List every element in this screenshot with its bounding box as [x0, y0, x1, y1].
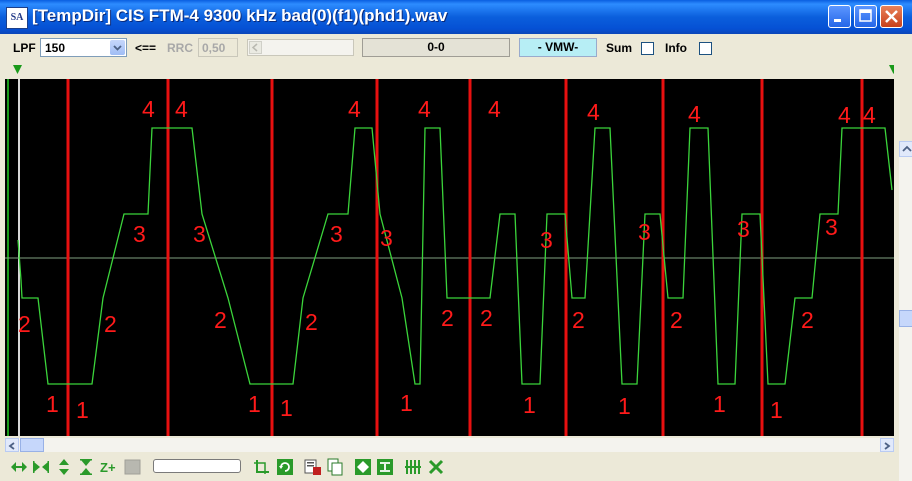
level-label: 1: [76, 397, 89, 423]
level-label: 1: [46, 391, 59, 417]
scroll-up-button[interactable]: [899, 141, 912, 157]
level-label: 3: [330, 221, 343, 247]
level-label: 2: [801, 307, 814, 333]
level-label: 3: [737, 216, 750, 242]
close-button[interactable]: [880, 5, 903, 28]
level-label: 4: [488, 96, 501, 122]
oscilloscope-display[interactable]: 4 4 4 4 4 4 4 4 43 3 3 3 3 3 3 32 2 2 2 2 2 2 2 21 1 1 1 1 1 1 1 1: [5, 62, 894, 438]
level-label: 4: [348, 96, 361, 122]
refresh-icon[interactable]: [276, 458, 294, 476]
level-label: 3: [825, 214, 838, 240]
chevron-left-icon: [8, 442, 15, 450]
level-label: 1: [618, 393, 631, 419]
left-handle-icon[interactable]: [13, 65, 22, 74]
level-label: 2: [214, 307, 227, 333]
level-label: 3: [638, 219, 651, 245]
collapse-vertical-icon[interactable]: [77, 458, 95, 476]
chevron-right-icon: [884, 442, 891, 450]
info-checkbox[interactable]: [699, 42, 712, 55]
close-icon: [885, 10, 898, 23]
lpf-label: LPF: [13, 41, 36, 55]
bottom-toolbar: Z+: [0, 455, 912, 481]
level-label: 3: [540, 227, 553, 253]
level-label: 2: [670, 307, 683, 333]
level-label: 4: [688, 101, 701, 127]
svg-text:Z+: Z+: [100, 460, 116, 475]
level-label: 1: [400, 390, 413, 416]
chevron-down-icon[interactable]: [110, 40, 125, 55]
level-label: 1: [280, 395, 293, 421]
level-label: 2: [572, 307, 585, 333]
level-label: 4: [418, 96, 431, 122]
level-label: 4: [863, 102, 876, 128]
top-toolbar: LPF 150 <== RRC 0,50 0-0 - VMW- Sum Info: [0, 34, 912, 62]
position-slider[interactable]: [153, 459, 241, 473]
right-handle-icon[interactable]: [889, 65, 894, 74]
horizontal-scrollbar[interactable]: [5, 438, 894, 452]
window-title: [TempDir] CIS FTM-4 9300 kHz bad(0)(f1)(…: [32, 6, 448, 25]
scroll-thumb[interactable]: [20, 438, 44, 452]
mode-value: - VMW-: [537, 40, 579, 54]
diamond-icon[interactable]: [354, 458, 372, 476]
rrc-value: 0,50: [202, 41, 226, 55]
level-label: 2: [305, 309, 318, 335]
level-label: 1: [713, 391, 726, 417]
level-label: 3: [133, 221, 146, 247]
lpf-value: 150: [45, 41, 66, 55]
level-label: 4: [838, 102, 851, 128]
level-label: 1: [523, 392, 536, 418]
level-label: 2: [104, 311, 117, 337]
counter-value: 0-0: [427, 40, 445, 54]
application-window: SA [TempDir] CIS FTM-4 9300 kHz bad(0)(f…: [0, 0, 912, 481]
cross-icon[interactable]: [427, 458, 445, 476]
sum-checkbox[interactable]: [641, 42, 654, 55]
arrow-label: <==: [135, 41, 157, 55]
app-icon[interactable]: SA: [6, 7, 28, 29]
bars-icon[interactable]: [404, 458, 422, 476]
expand-horizontal-icon[interactable]: [10, 458, 28, 476]
level-label: 2: [18, 311, 31, 337]
scroll-left-button[interactable]: [5, 438, 19, 452]
rrc-label: RRC: [167, 41, 193, 55]
level-label: 2: [480, 305, 493, 331]
level-label: 1: [248, 391, 261, 417]
level-label: 4: [175, 96, 188, 122]
minimize-icon: [834, 19, 841, 22]
scroll-thumb[interactable]: [899, 310, 912, 327]
minimize-button[interactable]: [828, 5, 851, 28]
level-label: 1: [770, 397, 783, 423]
zoom-plus-icon[interactable]: Z+: [100, 458, 118, 476]
crop-icon[interactable]: [253, 458, 271, 476]
collapse-horizontal-icon[interactable]: [32, 458, 50, 476]
maximize-icon: [859, 9, 872, 22]
slider-left-button[interactable]: [249, 41, 262, 54]
scroll-right-button[interactable]: [880, 438, 894, 452]
chevron-up-icon: [902, 145, 912, 152]
level-label: 3: [193, 221, 206, 247]
fit-icon[interactable]: [376, 458, 394, 476]
lpf-select[interactable]: 150: [40, 38, 127, 57]
stop-icon[interactable]: [124, 458, 142, 476]
info-label: Info: [665, 41, 687, 55]
chevron-left-icon: [251, 43, 258, 52]
save-icon[interactable]: [304, 458, 322, 476]
mode-badge[interactable]: - VMW-: [519, 38, 597, 57]
oscilloscope-panel[interactable]: 44444444433333333222222222111111111: [5, 62, 912, 481]
rrc-input[interactable]: 0,50: [198, 38, 238, 57]
vertical-scrollbar[interactable]: [899, 141, 912, 481]
sum-label: Sum: [606, 41, 633, 55]
rrc-slider[interactable]: [247, 39, 354, 56]
level-label: 2: [441, 305, 454, 331]
level-label: 3: [380, 225, 393, 251]
level-label: 4: [587, 99, 600, 125]
title-bar[interactable]: SA [TempDir] CIS FTM-4 9300 kHz bad(0)(f…: [0, 0, 912, 34]
expand-vertical-icon[interactable]: [55, 458, 73, 476]
maximize-button[interactable]: [854, 5, 877, 28]
copy-icon[interactable]: [326, 458, 344, 476]
counter-display: 0-0: [362, 38, 510, 57]
level-label: 4: [142, 96, 155, 122]
